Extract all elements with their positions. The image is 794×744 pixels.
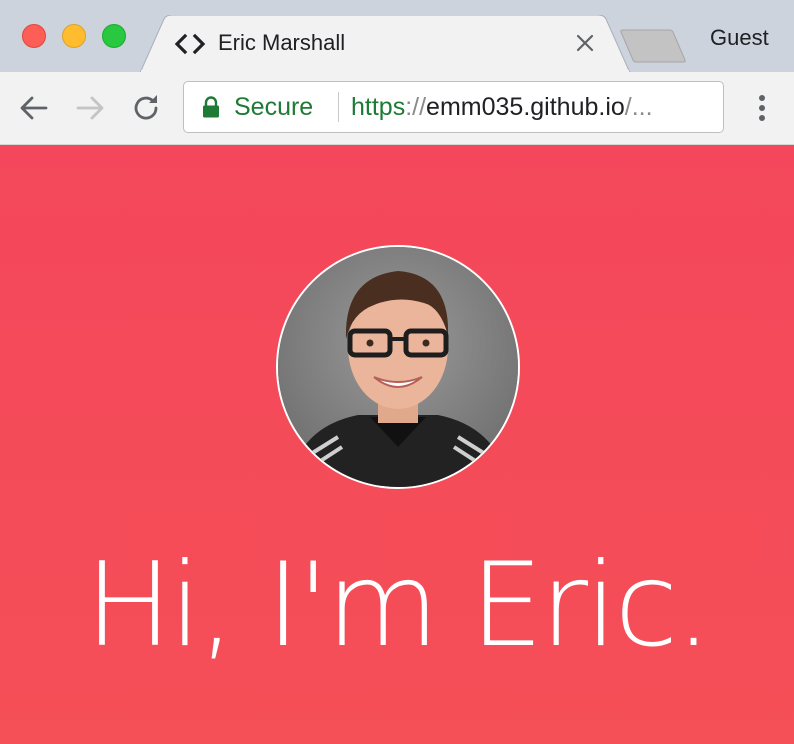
profile-button[interactable]: Guest <box>710 25 769 51</box>
kebab-menu-icon[interactable] <box>748 90 776 126</box>
zoom-window-button[interactable] <box>102 24 126 48</box>
close-icon[interactable] <box>572 30 598 56</box>
tab-eric-marshall[interactable]: Eric Marshall <box>140 15 630 73</box>
url-separator: :// <box>405 93 427 121</box>
new-tab-button[interactable] <box>617 28 689 64</box>
page-content: Hi, I'm Eric. <box>0 145 794 744</box>
tab-shape <box>140 15 630 73</box>
toolbar: Secure https://emm035.github.io/... <box>0 72 794 145</box>
url-scheme: https <box>351 93 406 121</box>
tab-strip: Eric Marshall Guest <box>0 0 794 73</box>
lock-icon[interactable] <box>202 96 220 118</box>
url-text[interactable]: https://emm035.github.io/... <box>351 93 653 122</box>
address-bar[interactable]: Secure https://emm035.github.io/... <box>183 81 724 133</box>
url-host: emm035.github.io <box>426 93 625 121</box>
omnibox-divider <box>338 92 339 122</box>
browser-window: Eric Marshall Guest Secure https://emm03… <box>0 0 794 744</box>
reload-icon[interactable] <box>128 90 164 126</box>
tab-title: Eric Marshall <box>218 30 346 55</box>
arrow-right-icon[interactable] <box>72 90 108 126</box>
arrow-left-icon[interactable] <box>16 90 52 126</box>
close-window-button[interactable] <box>22 24 46 48</box>
hero-heading: Hi, I'm Eric. <box>84 538 712 673</box>
code-brackets-icon <box>174 33 206 55</box>
minimize-window-button[interactable] <box>62 24 86 48</box>
security-label[interactable]: Secure <box>234 93 313 122</box>
avatar <box>276 245 520 489</box>
url-rest: /... <box>624 93 653 121</box>
